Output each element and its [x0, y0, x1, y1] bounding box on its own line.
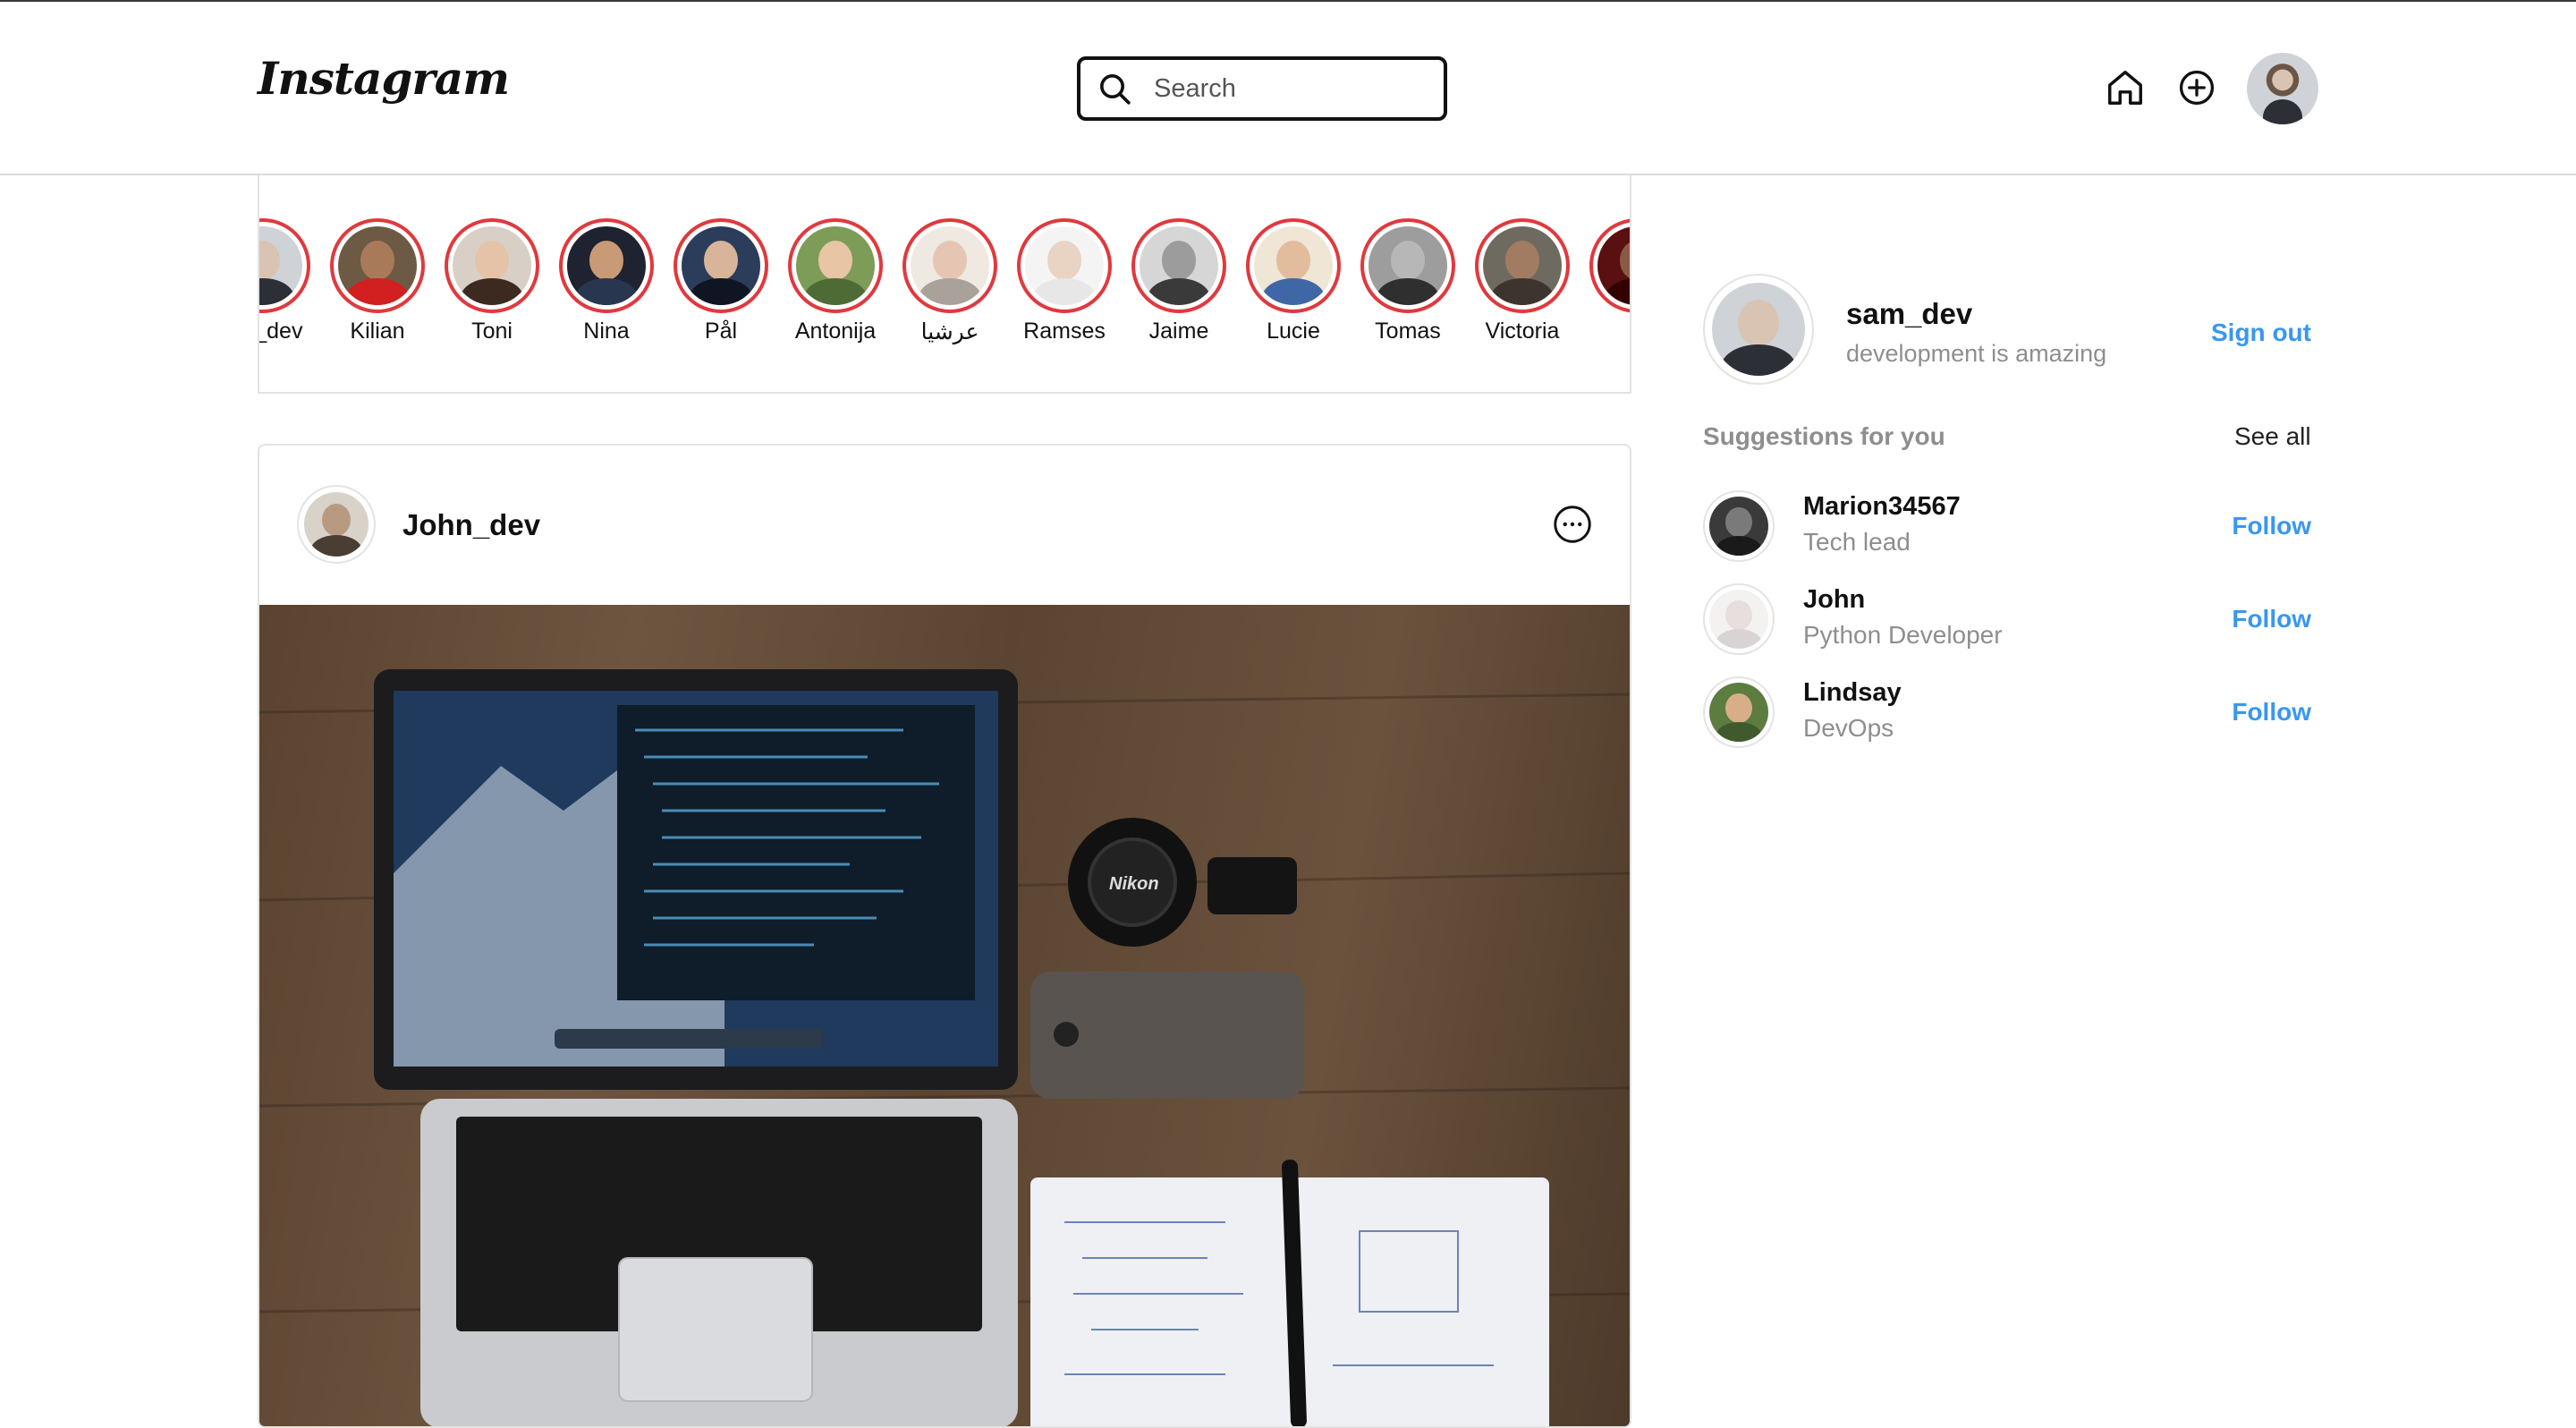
story-username: Ramses: [1023, 319, 1106, 344]
story-item[interactable]: am_dev: [259, 218, 320, 344]
post-author-username[interactable]: John_dev: [402, 508, 540, 542]
story-avatar-ring: [1131, 218, 1226, 313]
story-username: Kilian: [350, 319, 405, 344]
story-avatar-ring: [259, 218, 310, 313]
story-avatar-ring: [1360, 218, 1455, 313]
story-item[interactable]: عرشيا: [893, 218, 1007, 345]
home-icon[interactable]: [2104, 66, 2147, 109]
story-avatar: [338, 226, 417, 305]
story-avatar: [1368, 226, 1447, 305]
current-user-avatar[interactable]: [1703, 274, 1814, 385]
sign-out-button[interactable]: Sign out: [2211, 319, 2311, 347]
story-avatar: [682, 226, 760, 305]
top-navbar: Instagram: [0, 2, 2576, 175]
story-avatar: [567, 226, 646, 305]
suggestion-username[interactable]: Lindsay: [1803, 678, 1902, 708]
story-username: Jaime: [1148, 319, 1209, 344]
suggestion-avatar[interactable]: [1703, 583, 1775, 655]
search-input[interactable]: [1152, 72, 1424, 105]
story-avatar: [1025, 226, 1104, 305]
story-username: am_dev: [259, 319, 303, 344]
suggestion-username[interactable]: Marion34567: [1803, 492, 1961, 522]
post-author-avatar[interactable]: [297, 485, 376, 564]
follow-button[interactable]: Follow: [2232, 605, 2311, 633]
story-username: Victoria: [1485, 319, 1560, 344]
svg-text:Nikon: Nikon: [1109, 874, 1159, 894]
story-avatar: [259, 226, 302, 305]
story-item[interactable]: Ramses: [1007, 218, 1122, 344]
suggestion-avatar[interactable]: [1703, 676, 1775, 748]
story-avatar: [1597, 226, 1630, 305]
story-item[interactable]: Antonija: [778, 218, 893, 344]
story-item[interactable]: Tomas: [1351, 218, 1465, 344]
story-item[interactable]: [1580, 218, 1630, 319]
story-avatar: [1140, 226, 1218, 305]
search-icon: [1100, 74, 1131, 105]
story-avatar: [1254, 226, 1333, 305]
follow-button[interactable]: Follow: [2232, 512, 2311, 540]
suggestion-username[interactable]: John: [1803, 585, 1865, 615]
story-username: Tomas: [1375, 319, 1441, 344]
story-avatar-ring: [902, 218, 997, 313]
stories-bar: am_dev Kilian Toni Nina Pål Antonija عرشيا Rams…: [258, 175, 1631, 394]
story-avatar-ring: [788, 218, 883, 313]
story-avatar: [453, 226, 531, 305]
story-item[interactable]: Victoria: [1465, 218, 1580, 344]
current-user-username[interactable]: sam_dev: [1846, 297, 1972, 331]
story-item[interactable]: Nina: [549, 218, 664, 344]
story-username: عرشيا: [920, 319, 979, 344]
story-avatar-ring: [559, 218, 654, 313]
suggestion-item: John Python Developer Follow: [1703, 583, 2311, 655]
story-item[interactable]: Jaime: [1122, 218, 1236, 344]
profile-avatar[interactable]: [2247, 53, 2318, 124]
story-item[interactable]: Lucie: [1236, 218, 1351, 344]
story-avatar-ring: [445, 218, 539, 313]
story-item[interactable]: Toni: [435, 218, 549, 344]
story-avatar-ring: [1589, 218, 1630, 313]
suggestion-avatar[interactable]: [1703, 490, 1775, 562]
story-avatar: [911, 226, 989, 305]
story-item[interactable]: Pål: [664, 218, 778, 344]
story-avatar: [1483, 226, 1562, 305]
new-post-icon[interactable]: [2175, 66, 2218, 109]
story-avatar-ring: [330, 218, 425, 313]
suggestion-bio: Tech lead: [1803, 528, 1911, 556]
see-all-link[interactable]: See all: [2234, 422, 2311, 451]
instagram-logo[interactable]: Instagram: [258, 52, 510, 115]
story-avatar: [796, 226, 875, 305]
story-item[interactable]: Kilian: [320, 218, 435, 344]
story-avatar-ring: [1475, 218, 1570, 313]
feed-post: John_dev Nikon: [258, 444, 1631, 1428]
story-avatar-ring: [1246, 218, 1341, 313]
story-username: Nina: [583, 319, 630, 344]
suggestions-heading: Suggestions for you: [1703, 422, 1945, 450]
follow-button[interactable]: Follow: [2232, 698, 2311, 727]
current-user-bio: development is amazing: [1846, 340, 2107, 367]
story-avatar-ring: [674, 218, 768, 313]
story-username: Lucie: [1267, 319, 1320, 344]
suggestion-bio: Python Developer: [1803, 621, 2003, 649]
post-photo-scene: Nikon: [259, 669, 1630, 1426]
story-avatar-ring: [1017, 218, 1112, 313]
suggestion-bio: DevOps: [1803, 714, 1894, 742]
story-username: Antonija: [794, 319, 877, 344]
story-username: Toni: [471, 319, 513, 344]
search-box[interactable]: [1077, 56, 1447, 121]
post-header: John_dev: [259, 446, 1630, 605]
story-username: Pål: [704, 319, 738, 344]
suggestion-item: Lindsay DevOps Follow: [1703, 676, 2311, 748]
suggestion-item: Marion34567 Tech lead Follow: [1703, 490, 2311, 562]
post-photo[interactable]: Nikon: [259, 605, 1630, 1426]
more-options-icon[interactable]: [1553, 505, 1592, 544]
